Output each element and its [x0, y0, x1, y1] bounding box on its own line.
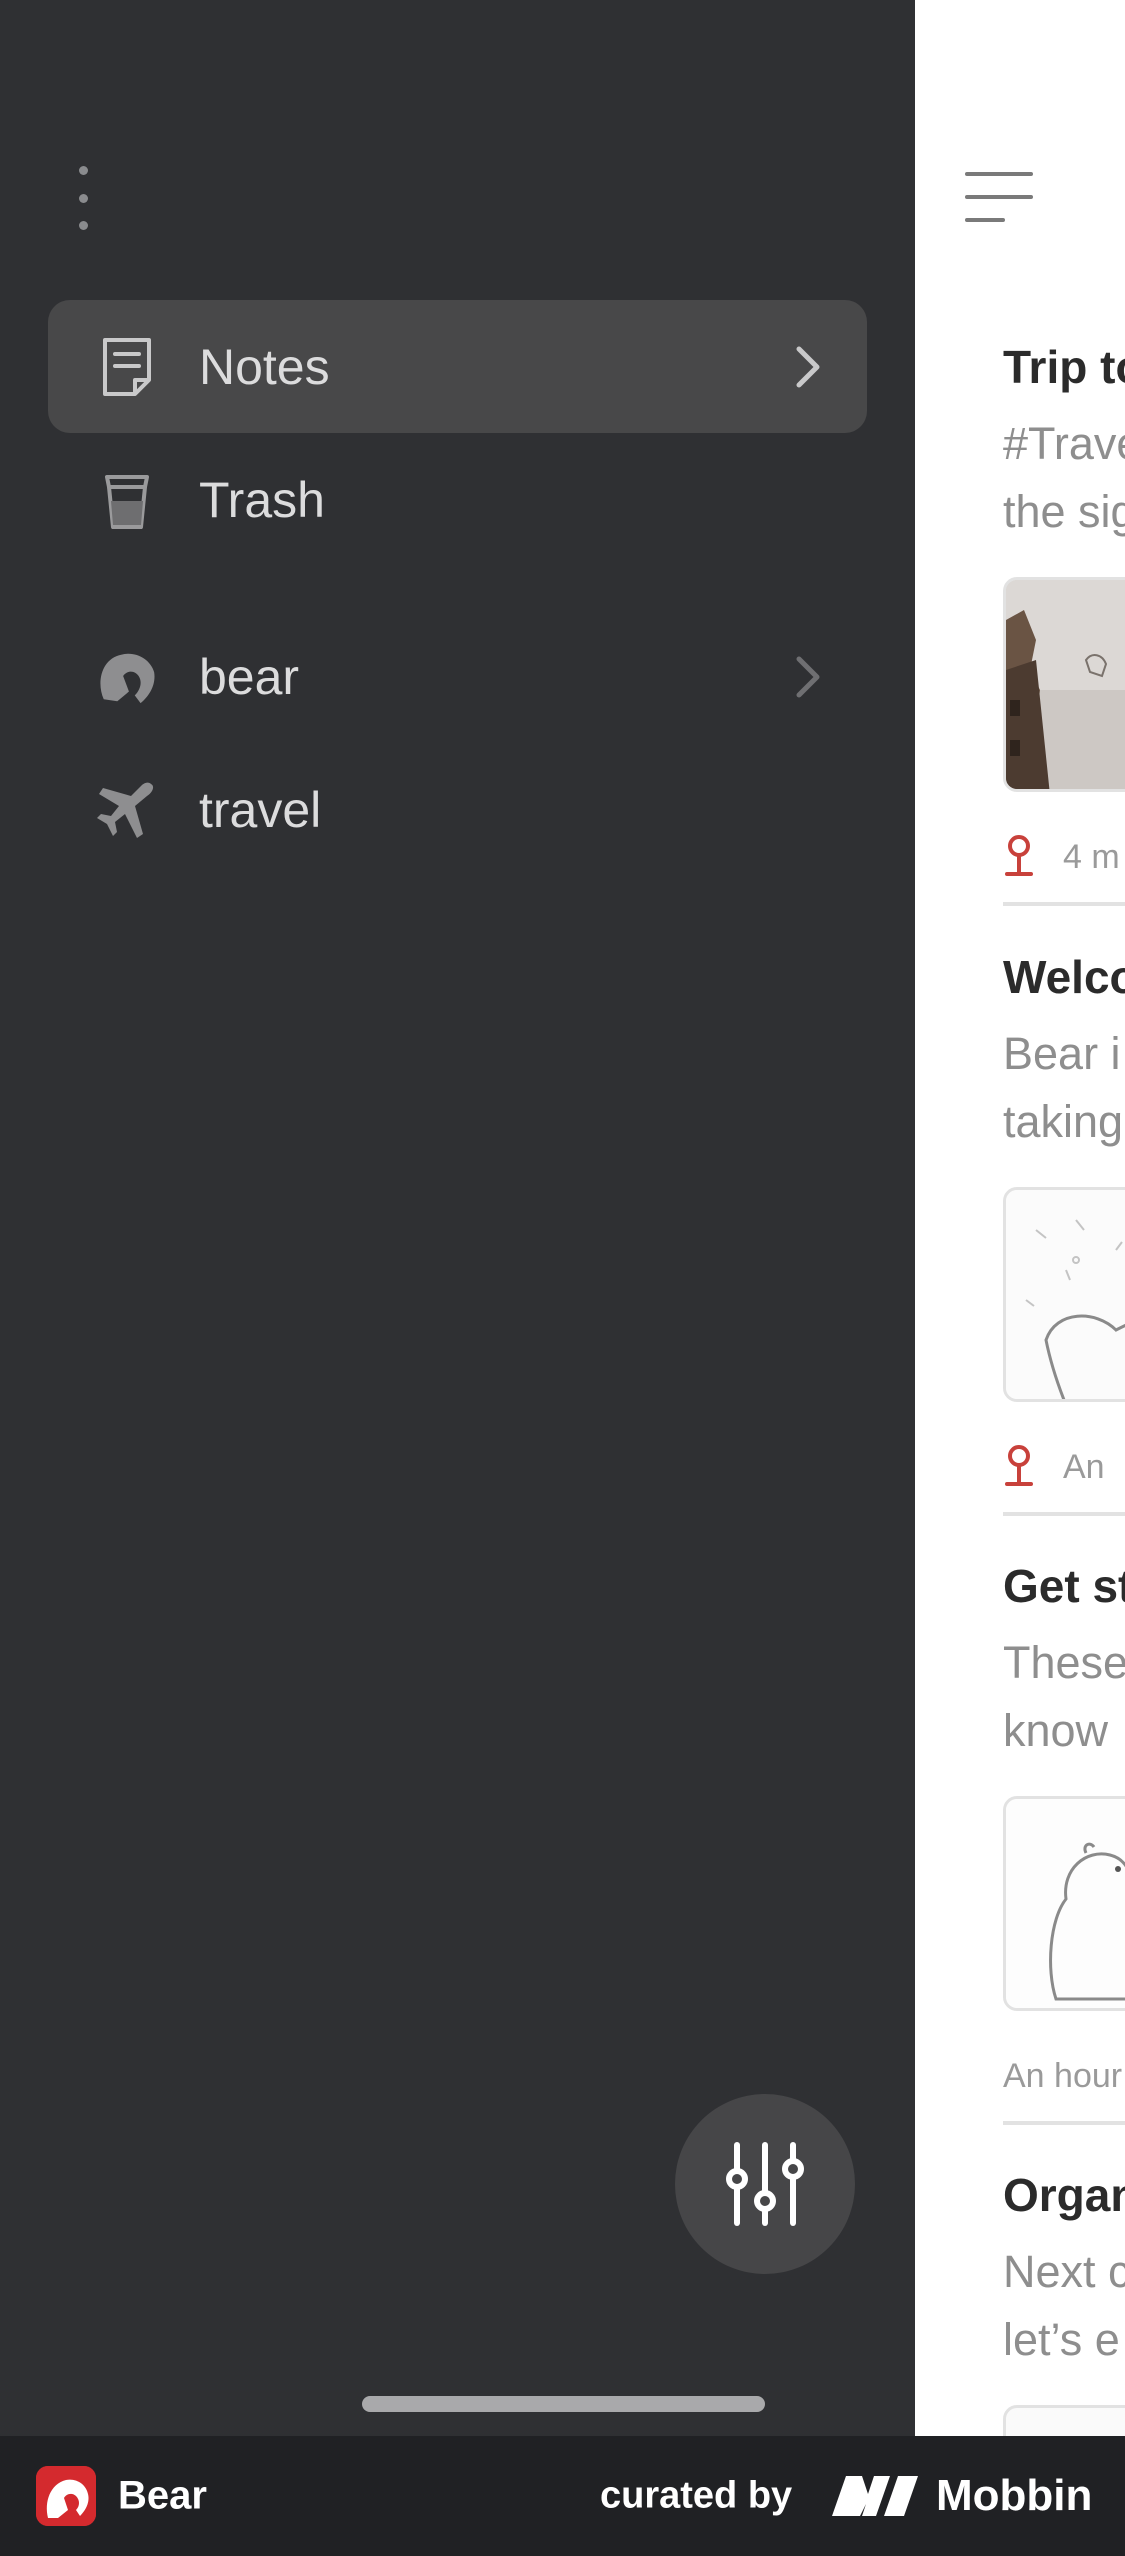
dot	[78, 166, 88, 175]
sidebar-item-travel[interactable]: travel	[48, 743, 867, 876]
chevron-right-icon	[796, 346, 820, 387]
note-title: Organ	[1003, 2169, 1125, 2221]
note-item[interactable]: Trip to #Trave the sig 4 m	[1003, 340, 1125, 910]
note-title: Trip to	[1003, 341, 1125, 393]
sliders-icon	[726, 2142, 804, 2226]
trash-icon	[96, 469, 158, 531]
note-title: Get st	[1003, 1560, 1125, 1612]
dot	[78, 221, 88, 230]
note-meta: An hour	[1003, 2051, 1122, 2101]
sidebar-item-label: Notes	[199, 338, 330, 395]
mobbin-brand-label: Mobbin	[936, 2471, 1093, 2520]
sketch-thumbnail	[1003, 1187, 1125, 1402]
chevron-right-icon	[796, 656, 820, 697]
pin-icon	[1005, 835, 1033, 876]
footer-bar: Bear curated by Mobbin	[0, 2436, 1125, 2556]
more-options-button[interactable]	[66, 166, 100, 230]
bear-sketch-thumbnail	[1003, 1796, 1125, 2011]
note-preview-line: let’s e	[1003, 2314, 1120, 2365]
note-preview-line: #Trave	[1003, 418, 1125, 469]
thumbnail	[1003, 2405, 1125, 2436]
airplane-icon	[96, 779, 158, 841]
home-indicator	[362, 2396, 765, 2412]
note-title: Welco	[1003, 951, 1125, 1003]
photo-thumbnail	[1003, 577, 1125, 792]
divider	[1003, 1512, 1125, 1516]
notes-list-panel: Trip to #Trave the sig 4 m We	[915, 0, 1125, 2436]
menu-icon[interactable]	[965, 172, 1033, 222]
dot	[78, 193, 88, 203]
sidebar-item-label: travel	[199, 781, 322, 838]
sidebar-item-label: bear	[199, 648, 300, 705]
note-preview-line: the sig	[1003, 486, 1125, 537]
note-item[interactable]: Welco Bear i taking An	[1003, 950, 1125, 1520]
note-preview-line: These	[1003, 1637, 1125, 1688]
note-preview-line: taking	[1003, 1096, 1124, 1147]
divider	[1003, 902, 1125, 906]
sidebar-item-label: Trash	[199, 471, 325, 528]
sidebar-item-notes[interactable]: Notes	[48, 300, 867, 433]
divider	[1003, 2121, 1125, 2125]
curated-by-label: curated by	[600, 2474, 793, 2517]
note-item[interactable]: Get st These know An hour	[1003, 1559, 1125, 2129]
menu-line	[965, 172, 1033, 176]
note-icon	[96, 336, 158, 398]
pin-icon	[1005, 1445, 1033, 1486]
menu-line	[965, 218, 1005, 222]
sidebar-item-bear[interactable]: bear	[48, 610, 867, 743]
note-timestamp: An hour	[1003, 2056, 1123, 2095]
note-preview-line: know	[1003, 1705, 1109, 1756]
note-timestamp: 4 m	[1063, 837, 1120, 876]
menu-line	[965, 195, 1033, 199]
note-preview-line: Bear i	[1003, 1028, 1121, 1079]
sidebar-item-trash[interactable]: Trash	[48, 433, 867, 566]
footer-app-name: Bear	[118, 2473, 207, 2518]
mobbin-logo-icon	[832, 2476, 918, 2516]
note-timestamp: An	[1063, 1447, 1105, 1486]
filter-settings-button[interactable]	[675, 2094, 855, 2274]
bear-app-logo	[36, 2466, 96, 2526]
sidebar: Notes Trash bear travel	[0, 0, 915, 2436]
note-meta: 4 m	[1003, 832, 1120, 882]
note-meta: An	[1003, 1442, 1105, 1492]
note-preview-line: Next c	[1003, 2246, 1125, 2297]
bear-head-icon	[96, 646, 158, 708]
note-item[interactable]: Organ Next c let’s e	[1003, 2168, 1125, 2436]
